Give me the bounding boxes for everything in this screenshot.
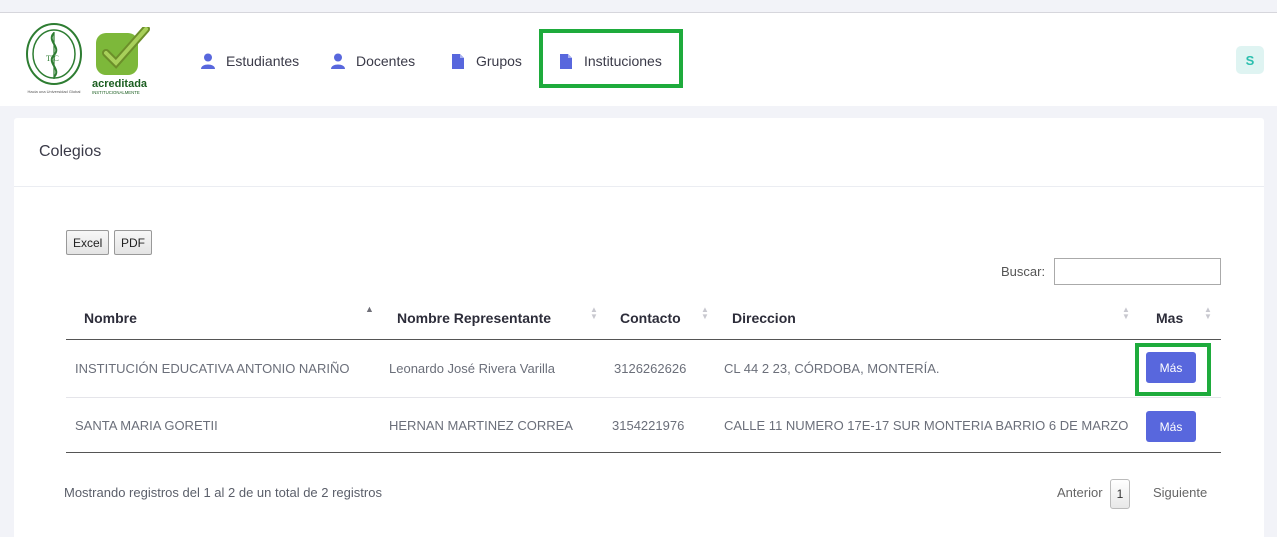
cell-representante: HERNAN MARTINEZ CORREA <box>389 418 573 433</box>
svg-text:acreditada: acreditada <box>92 78 148 90</box>
table-bottom-border <box>66 452 1221 453</box>
search-label: Buscar: <box>1001 264 1046 279</box>
card-title: Colegios <box>39 143 102 160</box>
nav-docentes[interactable]: Docentes <box>330 49 415 73</box>
excel-export-button[interactable]: Excel <box>66 230 110 255</box>
pdf-export-button[interactable]: PDF <box>114 230 152 255</box>
nav-grupos[interactable]: Grupos <box>450 49 522 73</box>
svg-text:Hacia una Universidad Global: Hacia una Universidad Global <box>28 89 81 94</box>
search-input[interactable] <box>1054 258 1221 285</box>
pagination-next[interactable]: Siguiente <box>1153 485 1207 500</box>
user-avatar[interactable]: S <box>1236 46 1264 74</box>
cell-contacto: 3154221976 <box>612 418 685 433</box>
user-icon <box>201 53 215 69</box>
cell-contacto: 3126262626 <box>614 361 687 376</box>
nav-estudiantes[interactable]: Estudiantes <box>200 49 299 73</box>
column-header-nombre[interactable]: Nombre <box>84 310 137 326</box>
user-icon <box>331 53 345 69</box>
mas-button[interactable]: Más <box>1146 411 1196 442</box>
mas-highlight-box <box>1135 343 1211 396</box>
cell-direccion: CL 44 2 23, CÓRDOBA, MONTERÍA. <box>724 361 940 376</box>
colegios-card: Colegios Excel PDF Buscar: Nombre ▲ Nomb… <box>14 118 1264 537</box>
header-divider <box>66 339 1221 340</box>
university-seal-logo: TIC Hacia una Universidad Global <box>26 23 82 94</box>
cell-nombre: SANTA MARIA GORETII <box>75 418 218 433</box>
svg-text:TIC: TIC <box>46 54 59 63</box>
pagination-page-1[interactable]: 1 <box>1110 479 1130 509</box>
cell-nombre: INSTITUCIÓN EDUCATIVA ANTONIO NARIÑO <box>75 361 350 376</box>
card-divider <box>14 186 1264 187</box>
sort-icon[interactable]: ▲ ▼ <box>701 306 709 321</box>
nav-grupos-label: Grupos <box>476 53 522 69</box>
column-header-contacto[interactable]: Contacto <box>620 310 681 326</box>
sort-asc-icon[interactable]: ▲ <box>365 305 374 314</box>
nav-estudiantes-label: Estudiantes <box>226 53 300 69</box>
top-navbar: TIC Hacia una Universidad Global acredit… <box>0 13 1277 106</box>
svg-text:INSTITUCIONALMENTE: INSTITUCIONALMENTE <box>92 90 140 95</box>
nav-docentes-label: Docentes <box>356 53 416 69</box>
instituciones-highlight-box <box>539 29 683 88</box>
acreditada-logo: acreditada INSTITUCIONALMENTE <box>92 27 150 95</box>
column-header-direccion[interactable]: Direccion <box>732 310 796 326</box>
column-header-mas[interactable]: Mas <box>1156 310 1183 326</box>
file-icon <box>452 53 464 69</box>
sort-icon[interactable]: ▲ ▼ <box>1204 306 1212 321</box>
row-divider <box>66 397 1221 398</box>
cell-representante: Leonardo José Rivera Varilla <box>389 361 555 376</box>
table-info: Mostrando registros del 1 al 2 de un tot… <box>64 485 382 500</box>
cell-direccion: CALLE 11 NUMERO 17E-17 SUR MONTERIA BARR… <box>724 418 1129 433</box>
pagination-previous[interactable]: Anterior <box>1057 485 1103 500</box>
sort-icon[interactable]: ▲ ▼ <box>1122 306 1130 321</box>
sort-icon[interactable]: ▲ ▼ <box>590 306 598 321</box>
column-header-representante[interactable]: Nombre Representante <box>397 310 551 326</box>
